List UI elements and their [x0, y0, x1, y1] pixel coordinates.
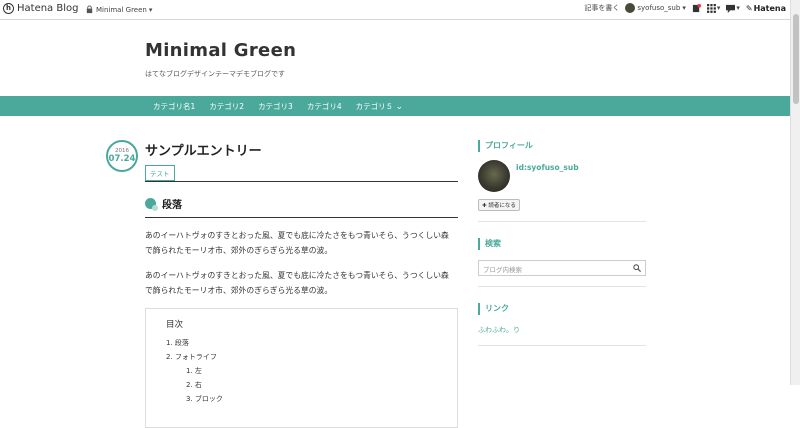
plus-icon: ✚: [482, 203, 487, 209]
blog-header: Minimal Green はてなブログデザインテーマデモブログです: [145, 40, 296, 79]
search-input[interactable]: ブログ内検索: [478, 260, 646, 276]
chevron-down-icon: ▾: [682, 4, 686, 12]
blog-description: はてなブログデザインテーマデモブログです: [145, 70, 285, 78]
comment-icon: [726, 4, 736, 13]
search-placeholder: ブログ内検索: [483, 266, 522, 274]
blog-selector[interactable]: Minimal Green ▾: [85, 5, 152, 14]
hatena-blog-brand[interactable]: h Hatena Blog: [3, 3, 78, 14]
nav-item-category-3[interactable]: カテゴリ3: [258, 101, 293, 112]
brand-label: Hatena Blog: [17, 3, 79, 14]
grid-icon: [706, 3, 716, 13]
nav-item-category-5[interactable]: カテゴリ５ ⌄: [356, 101, 403, 112]
heading-bullet-icon: [145, 198, 158, 211]
search-module-title: 検索: [478, 238, 646, 250]
entry-date-badge[interactable]: 2016 07.24: [106, 140, 138, 172]
subscribe-button[interactable]: ✚ 読者になる: [478, 199, 520, 211]
chevron-down-icon: ▾: [736, 4, 740, 12]
nav-item-category-1[interactable]: カテゴリ名1: [153, 101, 195, 112]
search-icon[interactable]: [633, 264, 641, 272]
hatena-global-header: h Hatena Blog Minimal Green ▾ 記事を書く syof…: [0, 0, 790, 20]
section-heading: 段落: [145, 196, 458, 211]
divider: [478, 221, 646, 222]
chevron-down-icon: ▾: [148, 5, 153, 14]
paragraph-line: あのイーハトヴォのすきとおった風、夏でも底に冷たさをもつ青いそら、うつくしい森: [145, 231, 449, 240]
chevron-down-icon: ⌄: [395, 102, 404, 112]
section-heading-text: 段落: [162, 200, 182, 211]
toc-subitem[interactable]: 2. 右: [186, 378, 447, 392]
entry-title[interactable]: サンプルエントリー: [145, 140, 458, 159]
paragraph-line: で飾られたモーリオ市、郊外のぎらぎら光る草の波。: [145, 246, 333, 255]
divider: [478, 286, 646, 287]
entry-category-tag[interactable]: テスト: [145, 165, 175, 181]
header-right-menu: 記事を書く syofuso_sub ▾ ▾ ▾ ✎ Hatena: [584, 3, 786, 13]
divider: [145, 217, 458, 218]
toc-title: 目次: [166, 320, 184, 330]
chevron-down-icon: ▾: [716, 4, 721, 12]
toc-subitem[interactable]: 1. 左: [186, 364, 447, 378]
lock-icon: [86, 5, 93, 14]
profile-avatar[interactable]: [478, 160, 510, 192]
apps-menu[interactable]: ▾: [706, 3, 721, 13]
blog-selector-label: Minimal Green: [96, 5, 147, 14]
links-module-title: リンク: [478, 303, 646, 315]
user-menu[interactable]: syofuso_sub ▾: [625, 3, 686, 13]
toc-item[interactable]: 2. フォトライフ: [166, 350, 447, 364]
user-name: syofuso_sub: [637, 4, 681, 12]
nav-item-label: カテゴリ５: [355, 102, 394, 111]
table-of-contents: 目次 1. 段落 2. フォトライフ 1. 左 2. 右 3. ブロック: [145, 308, 458, 428]
hatena-logo-icon: h: [3, 3, 14, 14]
nav-item-category-4[interactable]: カテゴリ4: [307, 101, 342, 112]
profile-id-link[interactable]: id:syofuso_sub: [516, 163, 579, 172]
nav-item-category-2[interactable]: カテゴリ2: [209, 101, 244, 112]
profile-module: id:syofuso_sub: [478, 160, 646, 192]
subscribe-label: 読者になる: [488, 203, 516, 209]
sidebar-link[interactable]: ふわふわ。り: [478, 325, 646, 335]
paragraph-line: あのイーハトヴォのすきとおった風、夏でも底に冷たさをもつ青いそら、うつくしい森: [145, 271, 449, 280]
hatena-label: Hatena: [753, 3, 786, 13]
hatena-mark-icon: ✎: [745, 3, 753, 13]
toc-subitem[interactable]: 3. ブロック: [186, 392, 447, 406]
entry-date-monthday: 07.24: [108, 154, 136, 164]
paragraph: あのイーハトヴォのすきとおった風、夏でも底に冷たさをもつ青いそら、うつくしい森 …: [145, 228, 458, 258]
message-menu[interactable]: ▾: [726, 4, 740, 13]
sidebar: プロフィール id:syofuso_sub ✚ 読者になる 検索 ブログ内検索 …: [478, 140, 646, 346]
hatena-home-link[interactable]: ✎ Hatena: [746, 4, 786, 13]
blog-title[interactable]: Minimal Green: [145, 40, 296, 61]
paragraph: あのイーハトヴォのすきとおった風、夏でも底に冷たさをもつ青いそら、うつくしい森 …: [145, 268, 458, 298]
user-avatar: [625, 3, 636, 13]
divider: [145, 181, 458, 182]
notification-icon[interactable]: [692, 3, 701, 13]
paragraph-line: で飾られたモーリオ市、郊外のぎらぎら光る草の波。: [145, 286, 333, 295]
page-scrollbar[interactable]: [790, 0, 800, 385]
profile-module-title: プロフィール: [478, 140, 646, 152]
scrollbar-thumb[interactable]: [793, 14, 799, 104]
toc-item[interactable]: 1. 段落: [166, 336, 447, 350]
category-nav: カテゴリ名1 カテゴリ2 カテゴリ3 カテゴリ4 カテゴリ５ ⌄: [0, 96, 790, 116]
write-entry-link[interactable]: 記事を書く: [584, 3, 619, 13]
divider: [478, 345, 646, 346]
links-module: リンク ふわふわ。り: [478, 303, 646, 335]
